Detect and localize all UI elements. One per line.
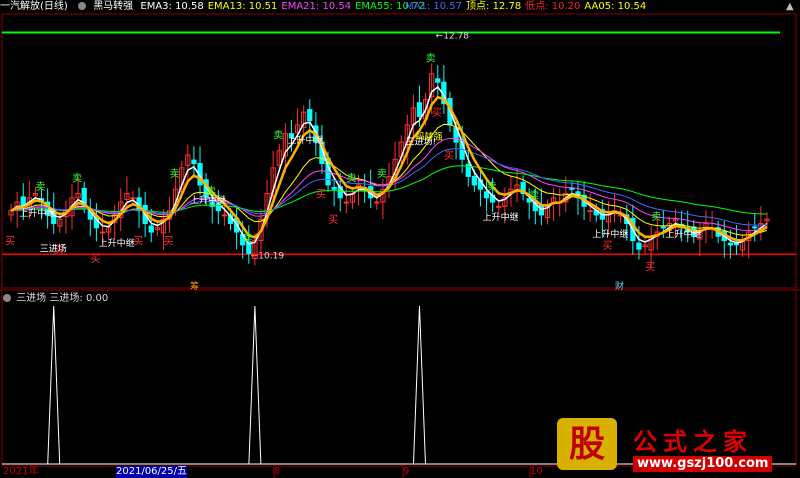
candle-body-55 bbox=[343, 201, 349, 204]
sell-label-9: 卖 bbox=[487, 181, 497, 193]
relay-label-5: 上升中继 bbox=[592, 228, 628, 240]
candle-body-23 bbox=[148, 225, 154, 233]
right-item-2: 低点: 10.20 bbox=[525, 1, 581, 12]
candle-body-53 bbox=[331, 187, 337, 190]
candle-body-76 bbox=[471, 175, 477, 186]
main-header: 一汽解放(日线) 黑马转强 EMA3: 10.58 EMA13: 10.51 EMA… bbox=[0, 0, 433, 14]
sub-panel-title: 三进场 bbox=[16, 293, 47, 304]
buy-label-0: 买 bbox=[5, 236, 15, 248]
candle-body-49 bbox=[307, 109, 313, 122]
bottom-mark-1: 筹 bbox=[190, 280, 199, 292]
sub-settings-dot-icon[interactable] bbox=[3, 294, 11, 302]
sell-label-4: 卖 bbox=[243, 232, 253, 244]
candle-body-30 bbox=[191, 159, 197, 165]
sub-spike-0 bbox=[47, 305, 61, 465]
relay-label-1: 上升中继 bbox=[99, 237, 135, 249]
sell-label-0: 卖 bbox=[36, 181, 46, 193]
ema-item-2: EMA21: 10.54 bbox=[281, 1, 352, 12]
settings-dot-icon[interactable] bbox=[78, 2, 86, 10]
candle-body-122 bbox=[752, 226, 758, 229]
sell-label-10: 卖 bbox=[529, 190, 539, 202]
sell-label-6: 卖 bbox=[346, 173, 356, 185]
relay-label-6: 上升中继 bbox=[666, 228, 702, 240]
candle-body-92 bbox=[569, 187, 575, 190]
watermark-logo: 股 公式之家 www.gszj100.com bbox=[557, 418, 787, 478]
buy-label-2: 买 bbox=[90, 253, 100, 265]
three-entry-label-0: 三进场 bbox=[40, 243, 67, 254]
sub-panel-header: 三进场 三进场: 0.00 bbox=[0, 292, 108, 306]
candle-body-20 bbox=[130, 197, 136, 200]
bottom-mark-2: 财 bbox=[615, 280, 624, 292]
watermark-url: www.gszj100.com bbox=[633, 456, 773, 472]
candle-body-118 bbox=[727, 242, 734, 246]
candle-body-35 bbox=[221, 214, 228, 217]
right-header: MA1: 10.57 顶点: 12.78 低点: 10.20 AA05: 10.54 bbox=[405, 0, 650, 14]
low-price-label: ←10.19 bbox=[251, 251, 285, 261]
buy-label-6: 买 bbox=[328, 214, 338, 226]
buy-label-7: 买 bbox=[432, 107, 442, 119]
buy-label-10: 买 bbox=[645, 261, 655, 273]
candle-body-107 bbox=[660, 226, 666, 229]
candle-body-87 bbox=[538, 204, 545, 216]
buy-label-8: 买 bbox=[444, 150, 454, 162]
xaxis-label-year: 2021年 bbox=[3, 466, 39, 477]
right-item-0: MA1: 10.57 bbox=[405, 1, 463, 12]
candle-body-103 bbox=[636, 242, 642, 250]
sub-spike-2 bbox=[412, 305, 426, 465]
high-price-label: ←12.78 bbox=[436, 32, 470, 42]
header-title: 一汽解放(日线) bbox=[0, 1, 68, 12]
sub-panel-value: 0.00 bbox=[85, 293, 109, 304]
relay-label-2: 上升中继 bbox=[190, 194, 226, 206]
sub-spike-1 bbox=[248, 305, 262, 465]
stock-chart: ←12.78←10.19 卖卖 卖卖卖卖卖 卖卖卖卖卖买买买买 买买买买买买买上升中继… bbox=[0, 13, 800, 478]
ema-values: EMA3: 10.58 EMA13: 10.51 EMA21: 10.54 EMA55… bbox=[140, 1, 428, 12]
right-item-1: 顶点: 12.78 bbox=[466, 1, 522, 12]
buy-label-5: 买 bbox=[316, 189, 326, 201]
xaxis-label-cursor-date: 2021/06/25/五 bbox=[116, 466, 188, 478]
sell-label-1: 卖 bbox=[72, 173, 82, 185]
buy-label-9: 买 bbox=[602, 240, 612, 252]
xaxis-label-9: 9 bbox=[403, 466, 410, 477]
right-item-3: AA05: 10.54 bbox=[584, 1, 647, 12]
sell-label-2: 卖 bbox=[170, 168, 180, 180]
candle-body-95 bbox=[587, 210, 593, 213]
candle-body-60 bbox=[374, 201, 380, 204]
candle-body-15 bbox=[99, 231, 106, 234]
scroll-up-icon[interactable]: ▲ bbox=[786, 0, 794, 14]
indicator-name: 黑马转强 bbox=[93, 1, 134, 12]
watermark-gu-icon: 股 bbox=[557, 418, 617, 470]
relay-label-0: 上升中继 bbox=[19, 207, 55, 219]
sub-panel-value-label: 三进场: bbox=[49, 293, 83, 304]
ema-item-1: EMA13: 10.51 bbox=[207, 1, 278, 12]
xaxis-label-10: 10 bbox=[530, 466, 543, 477]
signal-labels: 卖卖 卖卖卖卖卖 卖卖卖卖卖买买买买 买买买买买买买上升中继上升中继上升中继上升中继上… bbox=[5, 53, 701, 292]
ant-strong-label: 蚂转强 bbox=[416, 130, 443, 142]
candle-body-70 bbox=[435, 78, 441, 83]
sell-label-7: 卖 bbox=[377, 168, 387, 180]
candle-body-67 bbox=[416, 102, 423, 117]
buy-label-4: 买 bbox=[164, 236, 174, 248]
relay-label-4: 上升中继 bbox=[483, 211, 519, 223]
sell-label-5: 卖 bbox=[273, 130, 283, 142]
ema-item-0: EMA3: 10.58 bbox=[140, 1, 204, 12]
relay-label-3: 上升中继 bbox=[288, 134, 324, 146]
candle-body-80 bbox=[496, 205, 502, 208]
watermark-name: 公式之家 bbox=[633, 428, 753, 456]
xaxis-label-8: 8 bbox=[274, 466, 281, 477]
sell-label-11: 卖 bbox=[651, 211, 661, 223]
sell-label-8: 卖 bbox=[426, 53, 436, 65]
